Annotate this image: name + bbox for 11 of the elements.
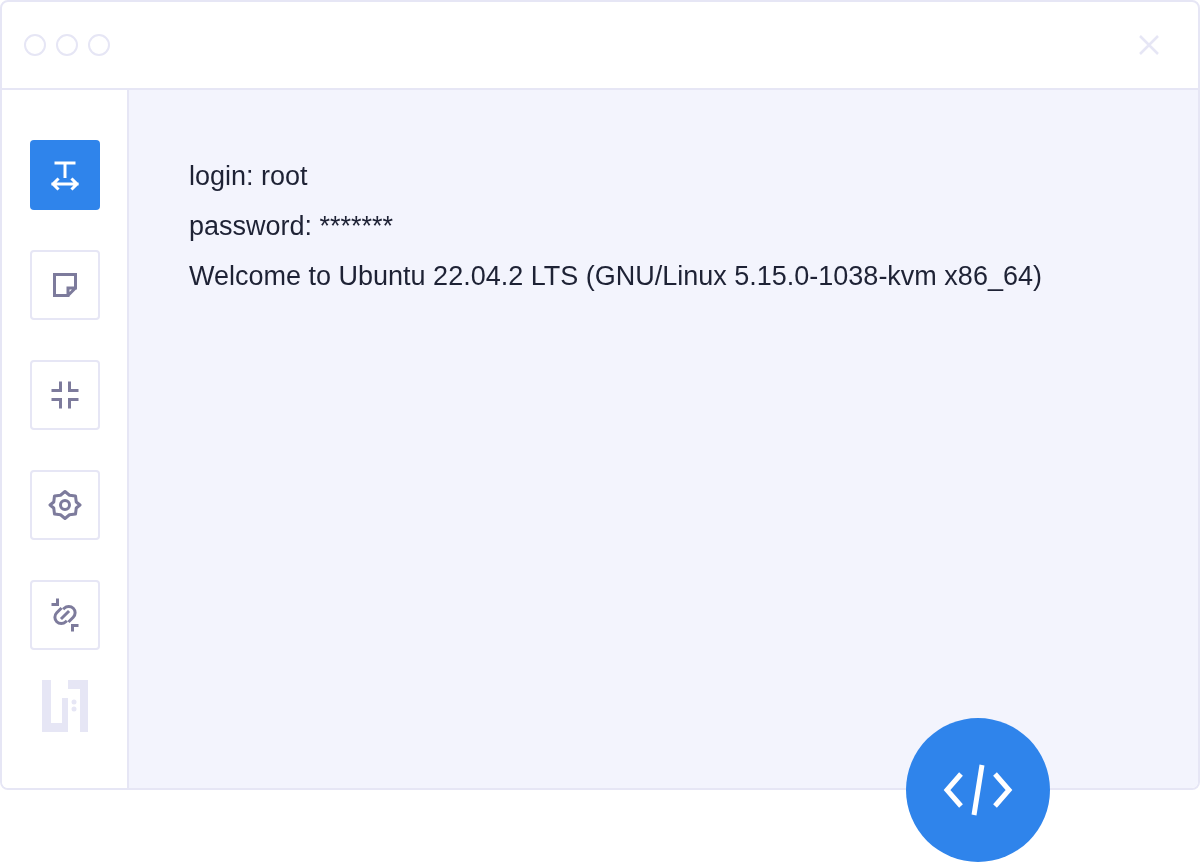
tool-button[interactable] xyxy=(29,580,100,650)
tool-button[interactable] xyxy=(29,360,100,430)
logo-icon xyxy=(41,680,88,732)
terminal-line: Welcome to Ubuntu 22.04.2 LTS (GNU/Linux 5.15.0-1038-kvm x86_64) xyxy=(189,260,1043,293)
terminal-line: password: ******* xyxy=(189,210,395,243)
code-icon xyxy=(943,763,1013,817)
settings-icon xyxy=(46,487,83,523)
tool-button[interactable] xyxy=(29,470,100,540)
tool-button[interactable] xyxy=(29,250,100,320)
terminal-line: login: root xyxy=(189,160,309,193)
tool-button[interactable] xyxy=(29,140,100,210)
